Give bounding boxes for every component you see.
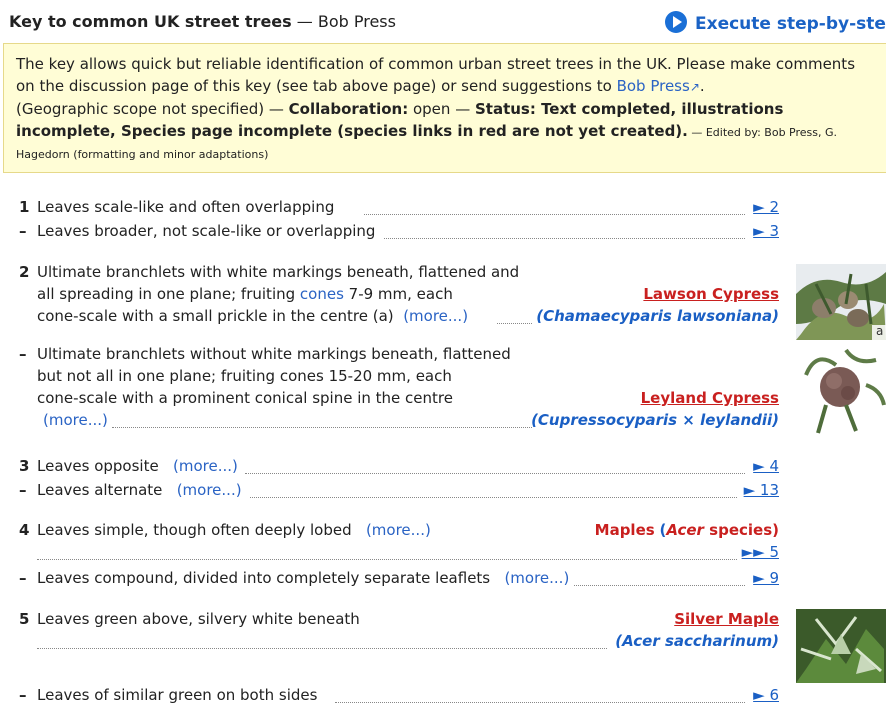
lawson-cypress-thumbnail[interactable]: a bbox=[796, 264, 886, 340]
goto-lead-link[interactable]: ►► 5 bbox=[742, 543, 779, 561]
key-info-box: The key allows quick but reliable identi… bbox=[3, 43, 886, 173]
taxon-link[interactable]: Lawson Cypress bbox=[643, 285, 779, 303]
header: Key to common UK street trees — Bob Pres… bbox=[9, 11, 886, 34]
more-link[interactable]: (more...) bbox=[504, 569, 569, 587]
execute-step-by-step-link[interactable]: Execute step-by-step bbox=[665, 11, 886, 34]
leyland-cypress-thumbnail[interactable] bbox=[796, 345, 886, 437]
scientific-name: (Chamaecyparis lawsoniana) bbox=[536, 307, 779, 325]
info-line-3: (Geographic scope not specified) — Colla… bbox=[16, 100, 784, 118]
info-line-4: incomplete, Species page incomplete (spe… bbox=[16, 122, 838, 140]
info-line-2: on the discussion page of this key (see … bbox=[16, 77, 705, 95]
more-link[interactable]: (more...) bbox=[366, 521, 431, 539]
scientific-name: (Acer saccharinum) bbox=[615, 632, 779, 650]
play-icon bbox=[665, 11, 687, 33]
thumbnail-label: a bbox=[876, 324, 884, 338]
external-link-icon: ↗ bbox=[689, 80, 700, 94]
taxon-link[interactable]: Leyland Cypress bbox=[641, 389, 779, 407]
more-link[interactable]: (more...) bbox=[173, 457, 238, 475]
cones-link[interactable]: cones bbox=[300, 285, 344, 303]
more-link[interactable]: (more...) bbox=[403, 307, 468, 325]
info-line-5: Hagedorn (formatting and minor adaptatio… bbox=[16, 148, 269, 161]
goto-lead-link[interactable]: ► 9 bbox=[753, 569, 779, 587]
silver-maple-thumbnail[interactable] bbox=[796, 609, 886, 683]
taxon-link[interactable]: Silver Maple bbox=[674, 610, 779, 628]
goto-lead-link[interactable]: ► 6 bbox=[753, 686, 779, 704]
page-title: Key to common UK street trees — Bob Pres… bbox=[9, 12, 396, 31]
goto-lead-link[interactable]: ► 2 bbox=[753, 198, 779, 216]
goto-lead-link[interactable]: ► 13 bbox=[744, 481, 779, 499]
bob-press-link[interactable]: Bob Press bbox=[617, 77, 690, 95]
goto-lead-link[interactable]: ► 3 bbox=[753, 222, 779, 240]
goto-lead-link[interactable]: ► 4 bbox=[753, 457, 779, 475]
taxon-link[interactable]: Maples (Acer species) bbox=[595, 521, 779, 539]
scientific-name: (Cupressocyparis × leylandii) bbox=[531, 411, 779, 429]
info-line-1: The key allows quick but reliable identi… bbox=[16, 55, 856, 73]
more-link[interactable]: (more...) bbox=[177, 481, 242, 499]
more-link[interactable]: (more...) bbox=[43, 411, 108, 429]
